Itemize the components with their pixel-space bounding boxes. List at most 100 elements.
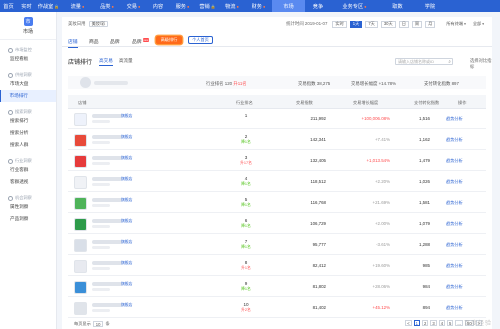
date-range-button[interactable]: 日 xyxy=(398,20,409,28)
nav-item-1[interactable]: 实时 xyxy=(17,0,36,12)
nav-item-8[interactable]: 营销 🔒 xyxy=(196,0,219,12)
page-button[interactable]: 4 xyxy=(438,320,446,326)
trade-index: 81,402 xyxy=(312,305,326,310)
nav-item-14[interactable]: 取数 xyxy=(378,0,417,12)
date-range-button[interactable]: 周 xyxy=(411,20,423,28)
trend-analysis-link[interactable]: 趋势分析 xyxy=(446,200,463,206)
date-range-button[interactable]: 7天 xyxy=(365,20,378,28)
shop-link[interactable]: 旗舰店 xyxy=(121,282,132,287)
shop-link[interactable]: 旗舰店 xyxy=(121,114,132,119)
trend-analysis-link[interactable]: 趋势分析 xyxy=(446,284,463,290)
terminal-select[interactable]: 所有终端 ▾ xyxy=(444,21,468,28)
tab-0[interactable]: 店铺 xyxy=(68,38,78,48)
sidebar-item[interactable]: 市场排行 xyxy=(0,90,56,102)
sidebar-item[interactable]: 搜索排行 xyxy=(0,115,56,127)
page-button[interactable]: 3 xyxy=(430,320,437,326)
ranking-subtab[interactable]: 高交易 xyxy=(99,58,113,66)
sidebar-item[interactable]: 产品洞察 xyxy=(0,213,56,225)
category-label: 美妆日用 xyxy=(68,21,86,26)
page-button[interactable]: ... xyxy=(455,320,463,326)
sidebar-item[interactable]: 属性洞察 xyxy=(0,201,56,213)
nav-item-11[interactable]: 市场 xyxy=(272,0,305,12)
sidebar-item[interactable]: 监控看板 xyxy=(0,53,56,65)
nav-item-3[interactable]: 流量 ● xyxy=(61,0,94,12)
nav-item-label: 交易 xyxy=(126,3,137,10)
tab-personal-home[interactable]: 个人首页 xyxy=(188,36,213,44)
page-button[interactable]: < xyxy=(405,320,412,326)
shop-link[interactable]: 旗舰店 xyxy=(121,261,132,266)
shop-subname-blur xyxy=(92,288,110,291)
shop-name-blur xyxy=(92,282,122,286)
sidebar-item[interactable]: 行业客群 xyxy=(0,164,56,176)
th-growth[interactable]: 交易增长幅度 xyxy=(353,100,378,106)
page-button[interactable]: 5 xyxy=(447,320,454,326)
date-range-button[interactable]: 实时 xyxy=(332,20,347,28)
date-range-button[interactable]: 月 xyxy=(425,20,436,28)
rank-change: 升1名 xyxy=(241,266,251,270)
nav-item-2[interactable]: 作战室 🔒 xyxy=(36,0,61,12)
trend-analysis-link[interactable]: 趋势分析 xyxy=(446,116,463,122)
shop-subname-blur xyxy=(92,267,110,270)
sidebar-item[interactable]: 搜索人群 xyxy=(0,139,56,151)
trade-index: 82,412 xyxy=(312,263,326,268)
conversion-index: 1,581 xyxy=(419,200,430,205)
trend-analysis-link[interactable]: 趋势分析 xyxy=(446,263,463,269)
tab-2[interactable]: 品牌 xyxy=(110,38,120,45)
conversion-index: 984 xyxy=(422,284,430,289)
trend-analysis-link[interactable]: 趋势分析 xyxy=(446,137,463,143)
tab-label: 品牌 xyxy=(110,40,120,45)
nav-item-7[interactable]: 服务 ● xyxy=(169,0,196,12)
page-size-select[interactable]: 10 xyxy=(92,321,104,327)
sidebar-item[interactable]: 市场大盘 xyxy=(0,78,56,90)
shop-link[interactable]: 旗舰店 xyxy=(121,303,132,308)
page-button[interactable]: 2 xyxy=(422,320,429,326)
ranking-subtab[interactable]: 高流量 xyxy=(119,58,133,64)
sidebar-item[interactable]: 客群透视 xyxy=(0,176,56,188)
app-root: 首页 实时 作战室 🔒 流量 ● 品类 ● 交易 ● 内容 服务 ● 营销 🔒 物流 ● 财务 ● 市场 竞争 业务专区 ●… xyxy=(0,0,500,329)
trend-analysis-link[interactable]: 趋势分析 xyxy=(446,179,463,185)
shop-link[interactable]: 旗舰店 xyxy=(121,156,132,161)
th-conv[interactable]: 支付转化指数 xyxy=(414,100,439,106)
nav-item-5[interactable]: 交易 ● xyxy=(120,0,147,12)
shop-search-input[interactable]: 请输入店铺名称或ID ⌕ xyxy=(395,58,453,65)
nav-item-0[interactable]: 首页 xyxy=(0,0,17,12)
sidebar-item[interactable]: 搜索分析 xyxy=(0,127,56,139)
shop-link[interactable]: 旗舰店 xyxy=(121,135,132,140)
tab-label: 店铺 xyxy=(68,40,78,45)
conversion-index: 1,079 xyxy=(419,221,430,226)
th-rank[interactable]: 行业排名 xyxy=(236,100,253,106)
page-button[interactable]: 1 xyxy=(413,320,420,326)
nav-item-6[interactable]: 内容 xyxy=(147,0,169,12)
date-range-button[interactable]: 1天 xyxy=(349,20,363,28)
compare-select[interactable]: 选择对比指标 xyxy=(470,58,492,70)
shop-name-blur xyxy=(92,156,122,160)
trend-analysis-link[interactable]: 趋势分析 xyxy=(446,242,463,248)
tab-advanced-ranking[interactable]: 高级排行 xyxy=(156,36,182,44)
tab-3[interactable]: 品牌 new xyxy=(132,38,149,45)
nav-item-15[interactable]: 学院 xyxy=(417,0,443,12)
shop-link[interactable]: 旗舰店 xyxy=(121,198,132,203)
rank-value: 1 xyxy=(244,113,248,118)
all-select[interactable]: 全部 ▾ xyxy=(471,21,486,28)
nav-item-9[interactable]: 物流 ● xyxy=(219,0,245,12)
nav-item-13[interactable]: 业务专区 ● xyxy=(331,0,378,12)
nav-item-4[interactable]: 品类 ● xyxy=(94,0,120,12)
nav-item-label: 财务 xyxy=(251,3,262,10)
nav-item-10[interactable]: 财务 ● xyxy=(245,0,272,12)
shop-link[interactable]: 旗舰店 xyxy=(121,177,132,182)
trend-analysis-link[interactable]: 趋势分析 xyxy=(446,158,463,164)
trend-analysis-link[interactable]: 趋势分析 xyxy=(446,305,463,311)
shop-link[interactable]: 旗舰店 xyxy=(121,219,132,224)
category-select[interactable]: 美妆/彩 xyxy=(88,21,109,27)
tab-1[interactable]: 商品 xyxy=(89,38,99,45)
date-toolbar: 统计时间 2019-01-07 实时 1天 7天 30天日周月所有终端 ▾ 全部 ▾ xyxy=(286,20,486,28)
shop-link[interactable]: 旗舰店 xyxy=(121,240,132,245)
th-trade[interactable]: 交易指数 xyxy=(296,100,313,106)
shop-subname-blur xyxy=(92,246,110,249)
trend-analysis-link[interactable]: 趋势分析 xyxy=(446,221,463,227)
date-range-button[interactable]: 30天 xyxy=(380,20,396,28)
nav-item-12[interactable]: 竞争 xyxy=(305,0,331,12)
shop-logo-icon xyxy=(74,113,87,126)
nav-item-label: 服务 xyxy=(175,3,186,10)
search-icon[interactable]: ⌕ xyxy=(448,59,451,64)
